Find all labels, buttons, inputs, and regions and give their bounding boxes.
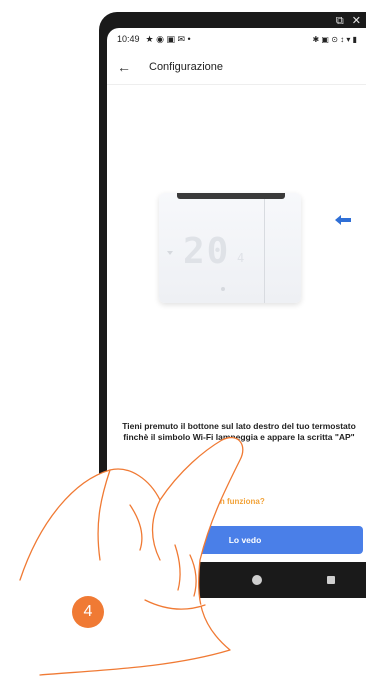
status-time: 10:49 xyxy=(117,34,140,44)
thermostat-side-button-seam xyxy=(264,199,265,303)
android-nav-bar xyxy=(107,562,366,598)
app-bar: ← Configurazione xyxy=(107,50,366,85)
thermostat-temperature: 20 xyxy=(183,231,231,272)
thermostat-body: 20 4 xyxy=(159,193,301,303)
thermostat-led xyxy=(221,287,225,291)
confirm-button[interactable]: Lo vedo xyxy=(127,526,363,554)
page-title: Configurazione xyxy=(149,61,223,73)
thermostat-decimal: 4 xyxy=(237,251,245,265)
nav-home-icon[interactable] xyxy=(251,575,262,585)
thermostat-top-slot xyxy=(177,193,285,199)
app-screen: 10:49 ★ ◉ ▣ ✉ • ✱ ▣ ⊙ ↕ ▾ ▮ ← Configuraz… xyxy=(107,28,366,562)
thermostat-illustration: 20 4 xyxy=(159,193,301,303)
status-left: 10:49 ★ ◉ ▣ ✉ • xyxy=(117,34,191,45)
close-icon[interactable]: ✕ xyxy=(352,14,361,28)
nav-back-icon[interactable] xyxy=(179,575,188,585)
nav-recent-apps-icon[interactable] xyxy=(326,576,335,584)
window-controls: ⧉ ✕ xyxy=(336,14,361,28)
pointer-arrow-icon xyxy=(335,215,351,225)
back-arrow-icon[interactable]: ← xyxy=(117,59,131,75)
status-bar: 10:49 ★ ◉ ▣ ✉ • ✱ ▣ ⊙ ↕ ▾ ▮ xyxy=(107,28,366,50)
system-icons: ✱ ▣ ⊙ ↕ ▾ ▮ xyxy=(312,34,358,44)
instruction-text: Tieni premuto il bottone sul lato destro… xyxy=(122,421,356,442)
open-external-icon[interactable]: ⧉ xyxy=(336,14,344,28)
mode-indicator-icon xyxy=(167,251,173,255)
phone-frame: ⧉ ✕ 10:49 ★ ◉ ▣ ✉ • ✱ ▣ ⊙ ↕ ▾ ▮ ← Config… xyxy=(99,12,366,598)
notification-icons: ★ ◉ ▣ ✉ • xyxy=(145,33,191,44)
help-link[interactable]: Non funziona? xyxy=(107,497,366,506)
step-badge: 4 xyxy=(72,596,104,628)
